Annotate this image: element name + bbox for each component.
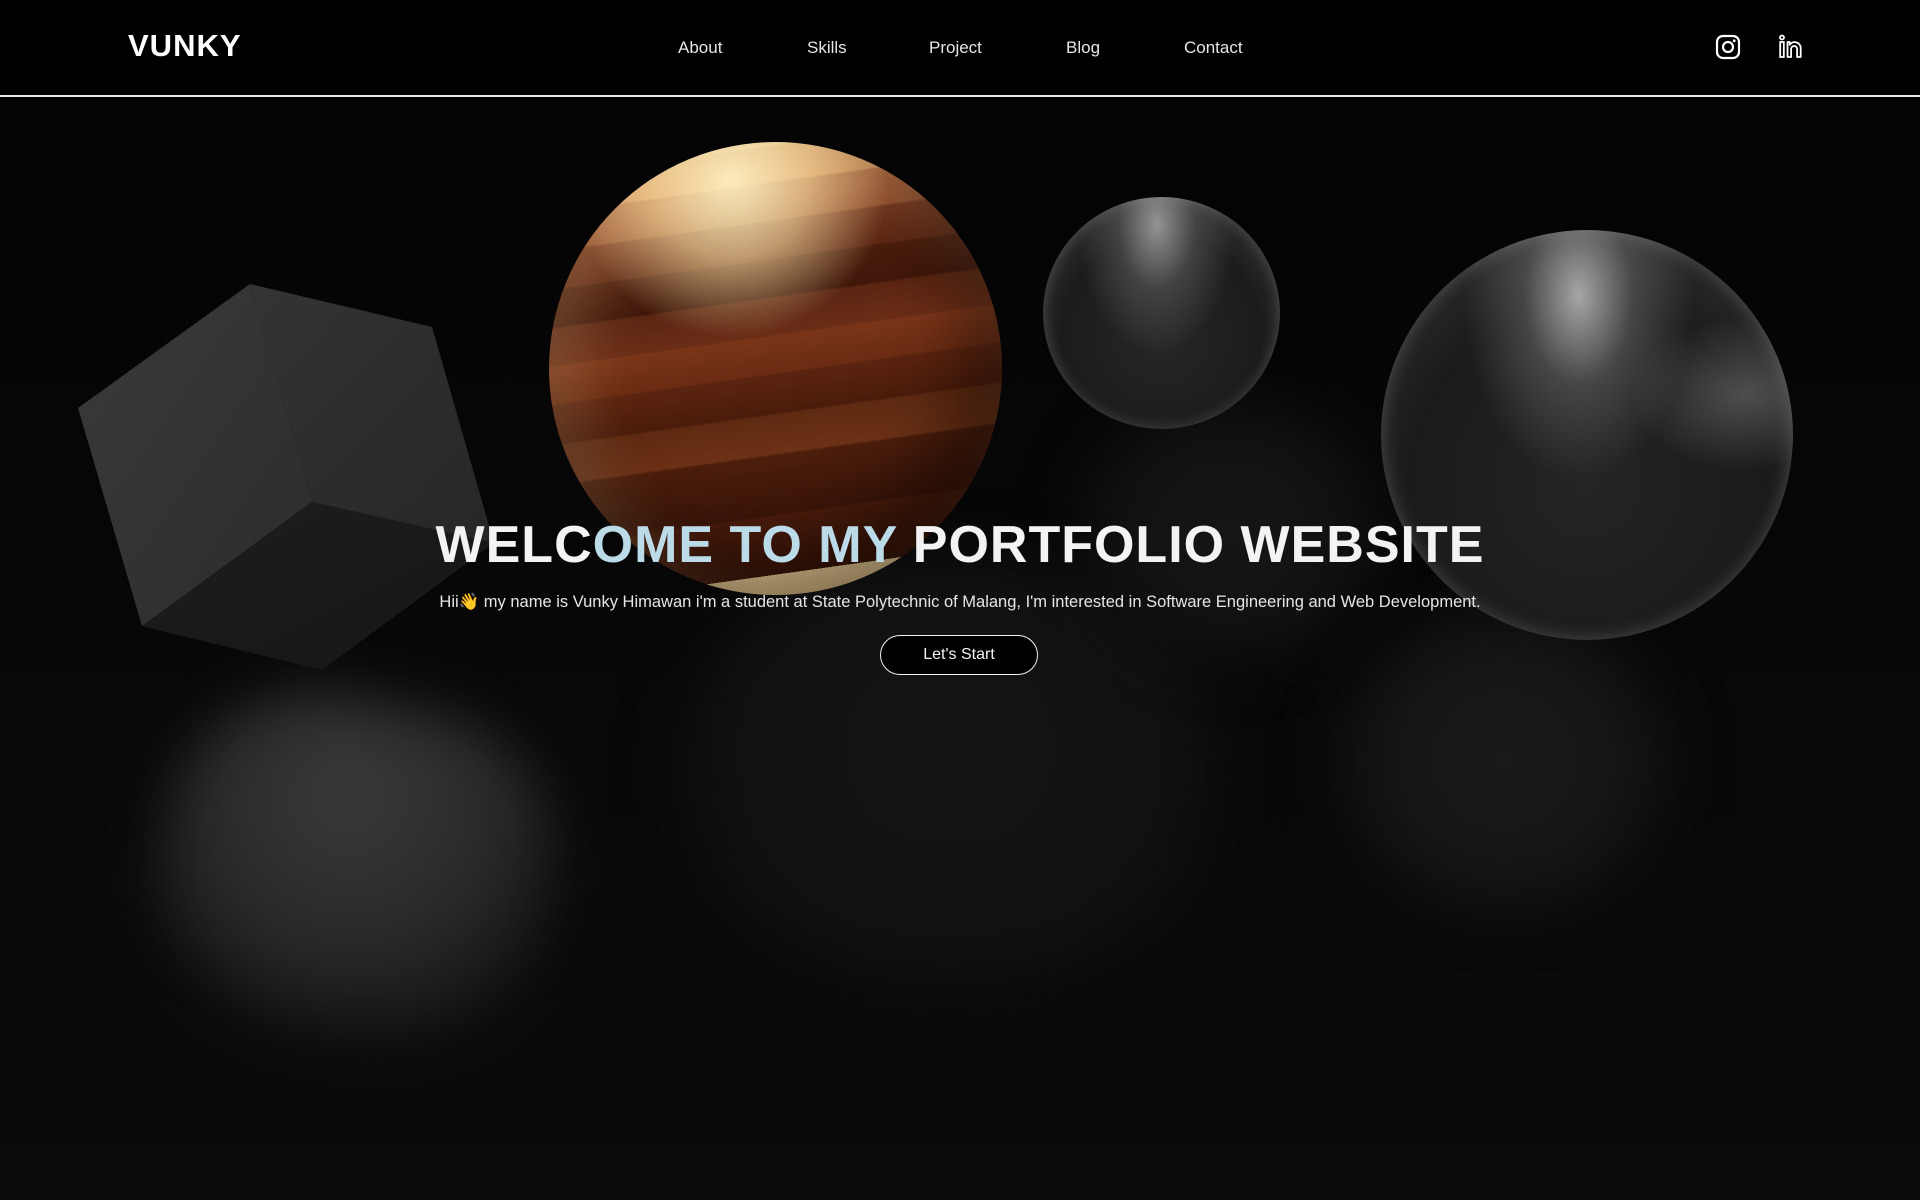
hero-title-part1: WELC <box>435 516 593 574</box>
hero-subtitle-greeting: Hii <box>439 593 459 611</box>
navbar: VUNKY About Skills Project Blog Contact <box>0 0 1920 97</box>
hero-title: WELCOME TO MY PORTFOLIO WEBSITE <box>0 515 1920 575</box>
cube-shape <box>78 284 494 670</box>
waving-hand-icon: 👋 <box>458 593 480 611</box>
hero-subtitle-text: my name is Vunky Himawan i'm a student a… <box>479 593 1481 611</box>
lets-start-button[interactable]: Let's Start <box>880 635 1038 675</box>
nav-item-about[interactable]: About <box>678 38 738 58</box>
blurred-cube-shape <box>129 663 581 1067</box>
instagram-icon[interactable] <box>1715 34 1741 60</box>
hero-title-part2: PORTFOLIO WEBSITE <box>897 516 1485 574</box>
hero-subtitle: Hii👋 my name is Vunky Himawan i'm a stud… <box>0 593 1920 612</box>
blurred-sphere-shape-right <box>1340 610 1670 910</box>
linkedin-icon[interactable] <box>1778 34 1804 60</box>
dark-sphere-large <box>1381 230 1793 640</box>
hero-title-accent: OME TO MY <box>592 516 898 574</box>
brand-logo[interactable]: VUNKY <box>128 28 242 64</box>
nav-item-project[interactable]: Project <box>929 38 999 58</box>
nav-item-skills[interactable]: Skills <box>807 38 867 58</box>
nav-item-blog[interactable]: Blog <box>1066 38 1116 58</box>
dark-sphere-small <box>1043 197 1280 429</box>
page: VUNKY About Skills Project Blog Contact <box>0 0 1920 1200</box>
nav-item-contact[interactable]: Contact <box>1184 38 1264 58</box>
